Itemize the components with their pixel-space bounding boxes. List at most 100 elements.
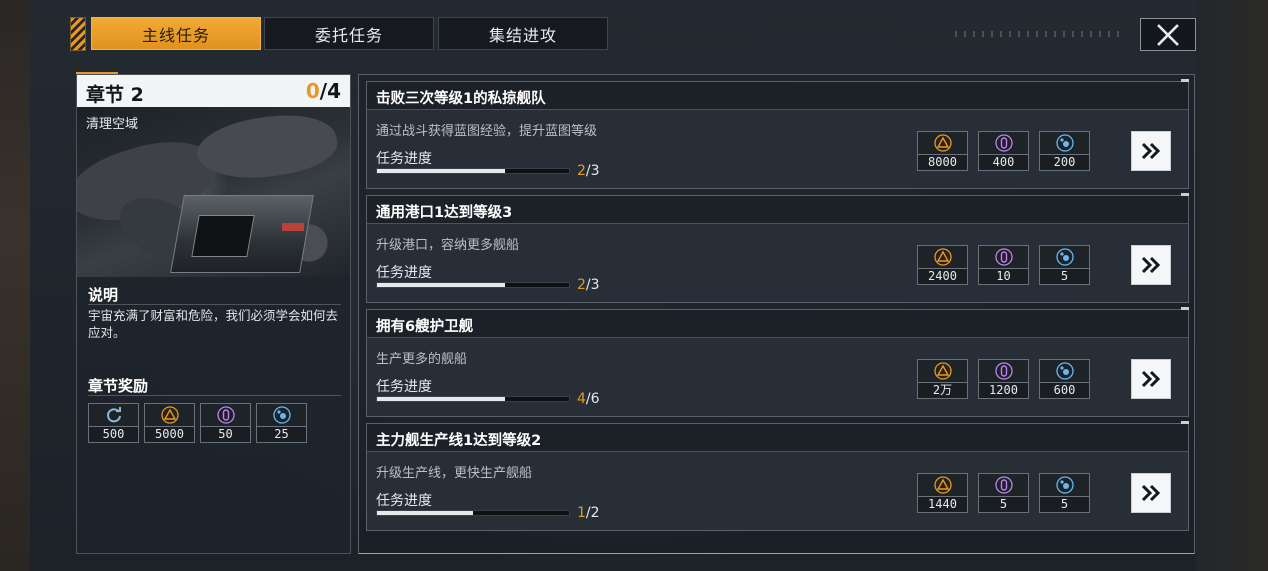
reward-value: 5 xyxy=(1040,268,1089,284)
task-card: 主力舰生产线1达到等级2 升级生产线，更快生产舰船 任务进度 1/2 1440 … xyxy=(366,421,1189,531)
reward-item[interactable]: 5 xyxy=(1039,245,1090,285)
reward-value: 500 xyxy=(89,426,138,442)
task-card: 拥有6艘护卫舰 生产更多的舰船 任务进度 4/6 2万 1200 600 xyxy=(366,307,1189,417)
reward-value: 1440 xyxy=(918,496,967,512)
tabbar-hazard-stripe xyxy=(70,17,86,51)
close-button[interactable] xyxy=(1140,18,1196,51)
reward-item[interactable]: 400 xyxy=(978,131,1029,171)
chapter-subtitle: 清理空域 xyxy=(86,117,139,132)
tab-main-missions[interactable]: 主线任务 xyxy=(91,17,261,50)
chapter-rewards: 500 5000 50 25 xyxy=(88,403,307,443)
reward-item[interactable]: 50 xyxy=(200,403,251,443)
chapter-rewards-heading: 章节奖励 xyxy=(88,377,149,395)
crystal-resource-icon xyxy=(994,134,1013,152)
task-title: 拥有6艘护卫舰 xyxy=(376,319,474,335)
double-chevron-right-icon xyxy=(1141,256,1161,274)
task-card: 通用港口1达到等级3 升级港口，容纳更多舰船 任务进度 2/3 2400 10 … xyxy=(366,193,1189,303)
task-rewards: 1440 5 5 xyxy=(917,473,1090,513)
task-progress-label: 任务进度 xyxy=(376,493,432,509)
task-description: 生产更多的舰船 xyxy=(376,352,468,367)
chapter-title: 章节 2 xyxy=(86,84,144,106)
crystal-resource-icon xyxy=(994,248,1013,266)
reward-item[interactable]: 500 xyxy=(88,403,139,443)
refresh-icon xyxy=(106,407,121,423)
description-text: 宇宙充满了财富和危险，我们必须学会如何去应对。 xyxy=(88,308,339,340)
task-progress-label: 任务进度 xyxy=(376,151,432,167)
reward-item[interactable]: 5 xyxy=(978,473,1029,513)
task-progress-count: 1/2 xyxy=(577,505,600,521)
reward-value: 8000 xyxy=(918,154,967,170)
gas-resource-icon xyxy=(1055,362,1074,380)
go-button[interactable] xyxy=(1131,245,1171,285)
gas-resource-icon xyxy=(1055,476,1074,494)
reward-item[interactable]: 2400 xyxy=(917,245,968,285)
tab-rally-attack[interactable]: 集结进攻 xyxy=(438,17,608,50)
crystal-resource-icon xyxy=(216,406,235,424)
go-button[interactable] xyxy=(1131,473,1171,513)
reward-item[interactable]: 200 xyxy=(1039,131,1090,171)
chapter-progress: 0/4 xyxy=(305,79,341,103)
reward-item[interactable]: 8000 xyxy=(917,131,968,171)
reward-item[interactable]: 1440 xyxy=(917,473,968,513)
divider xyxy=(88,395,341,396)
task-description: 通过战斗获得蓝图经验，提升蓝图等级 xyxy=(376,124,598,139)
task-progress-bar xyxy=(376,510,570,516)
reward-item[interactable]: 5 xyxy=(1039,473,1090,513)
triangle-resource-icon xyxy=(933,476,952,494)
gas-resource-icon xyxy=(1055,248,1074,266)
reward-item[interactable]: 25 xyxy=(256,403,307,443)
task-rewards: 2400 10 5 xyxy=(917,245,1090,285)
task-progress-label: 任务进度 xyxy=(376,379,432,395)
double-chevron-right-icon xyxy=(1141,484,1161,502)
reward-value: 5000 xyxy=(145,426,194,442)
reward-value: 2万 xyxy=(918,382,967,398)
reward-value: 200 xyxy=(1040,154,1089,170)
reward-item[interactable]: 600 xyxy=(1039,359,1090,399)
task-progress-count: 4/6 xyxy=(577,391,600,407)
chapter-artwork xyxy=(77,107,350,277)
reward-value: 5 xyxy=(1040,496,1089,512)
task-card: 击败三次等级1的私掠舰队 通过战斗获得蓝图经验，提升蓝图等级 任务进度 2/3 … xyxy=(366,79,1189,189)
reward-value: 10 xyxy=(979,268,1028,284)
description-heading: 说明 xyxy=(88,286,119,304)
crystal-resource-icon xyxy=(994,476,1013,494)
gas-resource-icon xyxy=(1055,134,1074,152)
task-title: 通用港口1达到等级3 xyxy=(376,205,513,221)
task-progress-bar xyxy=(376,396,570,402)
go-button[interactable] xyxy=(1131,131,1171,171)
go-button[interactable] xyxy=(1131,359,1171,399)
task-progress-label: 任务进度 xyxy=(376,265,432,281)
reward-item[interactable]: 10 xyxy=(978,245,1029,285)
task-progress-bar xyxy=(376,282,570,288)
task-list: 击败三次等级1的私掠舰队 通过战斗获得蓝图经验，提升蓝图等级 任务进度 2/3 … xyxy=(358,74,1195,554)
background-left xyxy=(0,0,30,571)
task-progress-count: 2/3 xyxy=(577,163,600,179)
tab-commission-missions[interactable]: 委托任务 xyxy=(264,17,434,50)
reward-value: 25 xyxy=(257,426,306,442)
reward-value: 400 xyxy=(979,154,1028,170)
reward-value: 5 xyxy=(979,496,1028,512)
decorative-ticks xyxy=(955,31,1125,37)
chapter-header: 章节 2 0/4 xyxy=(77,75,350,107)
background-right xyxy=(1196,0,1268,571)
reward-item[interactable]: 5000 xyxy=(144,403,195,443)
triangle-resource-icon xyxy=(160,406,179,424)
triangle-resource-icon xyxy=(933,134,952,152)
reward-value: 600 xyxy=(1040,382,1089,398)
triangle-resource-icon xyxy=(933,362,952,380)
crystal-resource-icon xyxy=(994,362,1013,380)
reward-item[interactable]: 1200 xyxy=(978,359,1029,399)
reward-item[interactable]: 2万 xyxy=(917,359,968,399)
reward-value: 2400 xyxy=(918,268,967,284)
task-progress-bar xyxy=(376,168,570,174)
task-progress-count: 2/3 xyxy=(577,277,600,293)
close-icon xyxy=(1157,23,1179,46)
task-rewards: 8000 400 200 xyxy=(917,131,1090,171)
chapter-panel: 章节 2 0/4 清理空域 说明 宇宙充满了财富和危险，我们必须学会如何去应对。… xyxy=(76,74,351,554)
gas-resource-icon xyxy=(272,406,291,424)
reward-value: 50 xyxy=(201,426,250,442)
task-description: 升级港口，容纳更多舰船 xyxy=(376,238,520,253)
task-description: 升级生产线，更快生产舰船 xyxy=(376,466,533,481)
task-rewards: 2万 1200 600 xyxy=(917,359,1090,399)
double-chevron-right-icon xyxy=(1141,370,1161,388)
